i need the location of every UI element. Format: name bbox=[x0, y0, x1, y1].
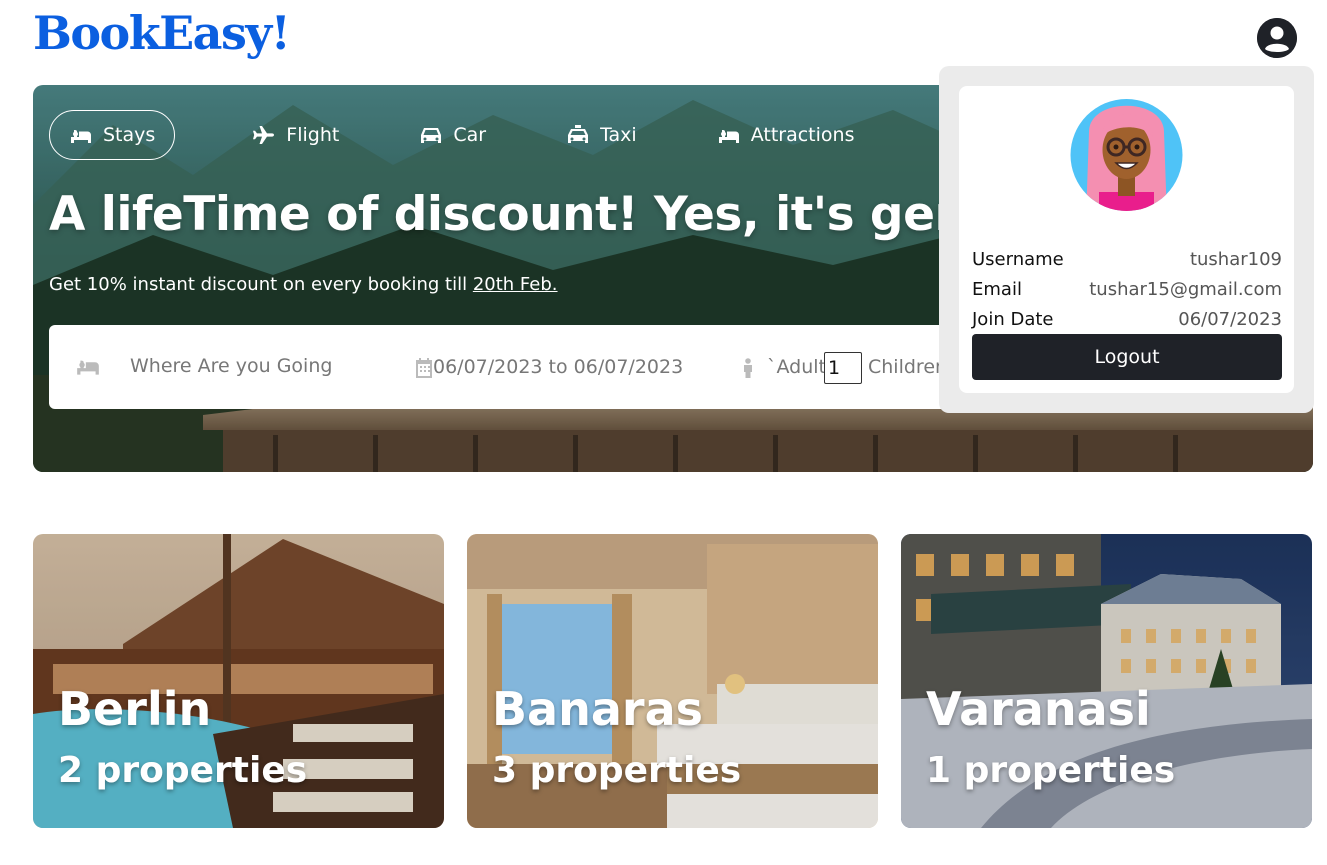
calendar-icon bbox=[416, 358, 432, 378]
destination-input[interactable] bbox=[130, 355, 380, 377]
booking-tabs: Stays Flight Car Taxi Attractions bbox=[49, 110, 874, 160]
tab-car[interactable]: Car bbox=[399, 110, 506, 160]
city-property-count: 3 properties bbox=[492, 750, 742, 791]
profile-join-date-row: Join Date 06/07/2023 bbox=[972, 309, 1282, 330]
tab-label: Car bbox=[453, 124, 487, 146]
tab-label: Flight bbox=[286, 124, 340, 146]
profile-dropdown: Username tushar109 Email tushar15@gmail.… bbox=[939, 66, 1314, 413]
tab-stays[interactable]: Stays bbox=[49, 110, 176, 160]
user-circle-icon bbox=[1257, 18, 1297, 58]
city-name: Varanasi bbox=[926, 682, 1151, 736]
date-range-picker[interactable]: 06/07/2023 to 06/07/2023 bbox=[433, 356, 683, 378]
city-name: Banaras bbox=[492, 682, 703, 736]
city-card-varanasi[interactable]: Varanasi 1 properties bbox=[901, 534, 1312, 828]
featured-cities: Berlin 2 properties Banaras 3 properties bbox=[33, 534, 1312, 828]
plane-icon bbox=[253, 126, 275, 144]
tab-label: Attractions bbox=[750, 124, 855, 146]
tab-taxi[interactable]: Taxi bbox=[546, 110, 657, 160]
person-icon bbox=[744, 358, 752, 378]
logout-button[interactable]: Logout bbox=[972, 334, 1282, 380]
username-label: Username bbox=[972, 249, 1064, 270]
hero-headline: A lifeTime of discount! Yes, it's genius… bbox=[49, 187, 1061, 242]
join-date-label: Join Date bbox=[972, 309, 1054, 330]
profile-card: Username tushar109 Email tushar15@gmail.… bbox=[959, 86, 1294, 393]
city-card-berlin[interactable]: Berlin 2 properties bbox=[33, 534, 444, 828]
profile-username-row: Username tushar109 bbox=[972, 249, 1282, 270]
offer-date-link[interactable]: 20th Feb. bbox=[473, 274, 558, 295]
city-property-count: 1 properties bbox=[926, 750, 1176, 791]
adult-count-input[interactable] bbox=[824, 352, 862, 384]
city-property-count: 2 properties bbox=[58, 750, 308, 791]
bed-icon bbox=[718, 128, 739, 143]
bed-icon bbox=[77, 358, 99, 375]
children-label: Children bbox=[868, 356, 948, 378]
city-card-banaras[interactable]: Banaras 3 properties bbox=[467, 534, 878, 828]
tab-attractions[interactable]: Attractions bbox=[697, 110, 875, 160]
car-icon bbox=[421, 128, 442, 143]
city-name: Berlin bbox=[58, 682, 212, 736]
bed-icon bbox=[71, 128, 91, 143]
email-label: Email bbox=[972, 279, 1022, 300]
adult-label: `Adult bbox=[767, 356, 826, 378]
hero-subline: Get 10% instant discount on every bookin… bbox=[49, 274, 558, 295]
profile-email-row: Email tushar15@gmail.com bbox=[972, 279, 1282, 300]
email-value: tushar15@gmail.com bbox=[1089, 279, 1282, 300]
tab-label: Taxi bbox=[600, 124, 637, 146]
join-date-value: 06/07/2023 bbox=[1178, 309, 1282, 330]
username-value: tushar109 bbox=[1189, 249, 1282, 270]
tab-flight[interactable]: Flight bbox=[232, 110, 359, 160]
subline-text: Get 10% instant discount on every bookin… bbox=[49, 274, 473, 295]
tab-label: Stays bbox=[103, 124, 156, 146]
brand-logo[interactable]: BookEasy! bbox=[33, 6, 291, 60]
avatar bbox=[1070, 99, 1183, 211]
user-profile-button[interactable] bbox=[1257, 18, 1297, 58]
taxi-icon bbox=[568, 125, 589, 143]
